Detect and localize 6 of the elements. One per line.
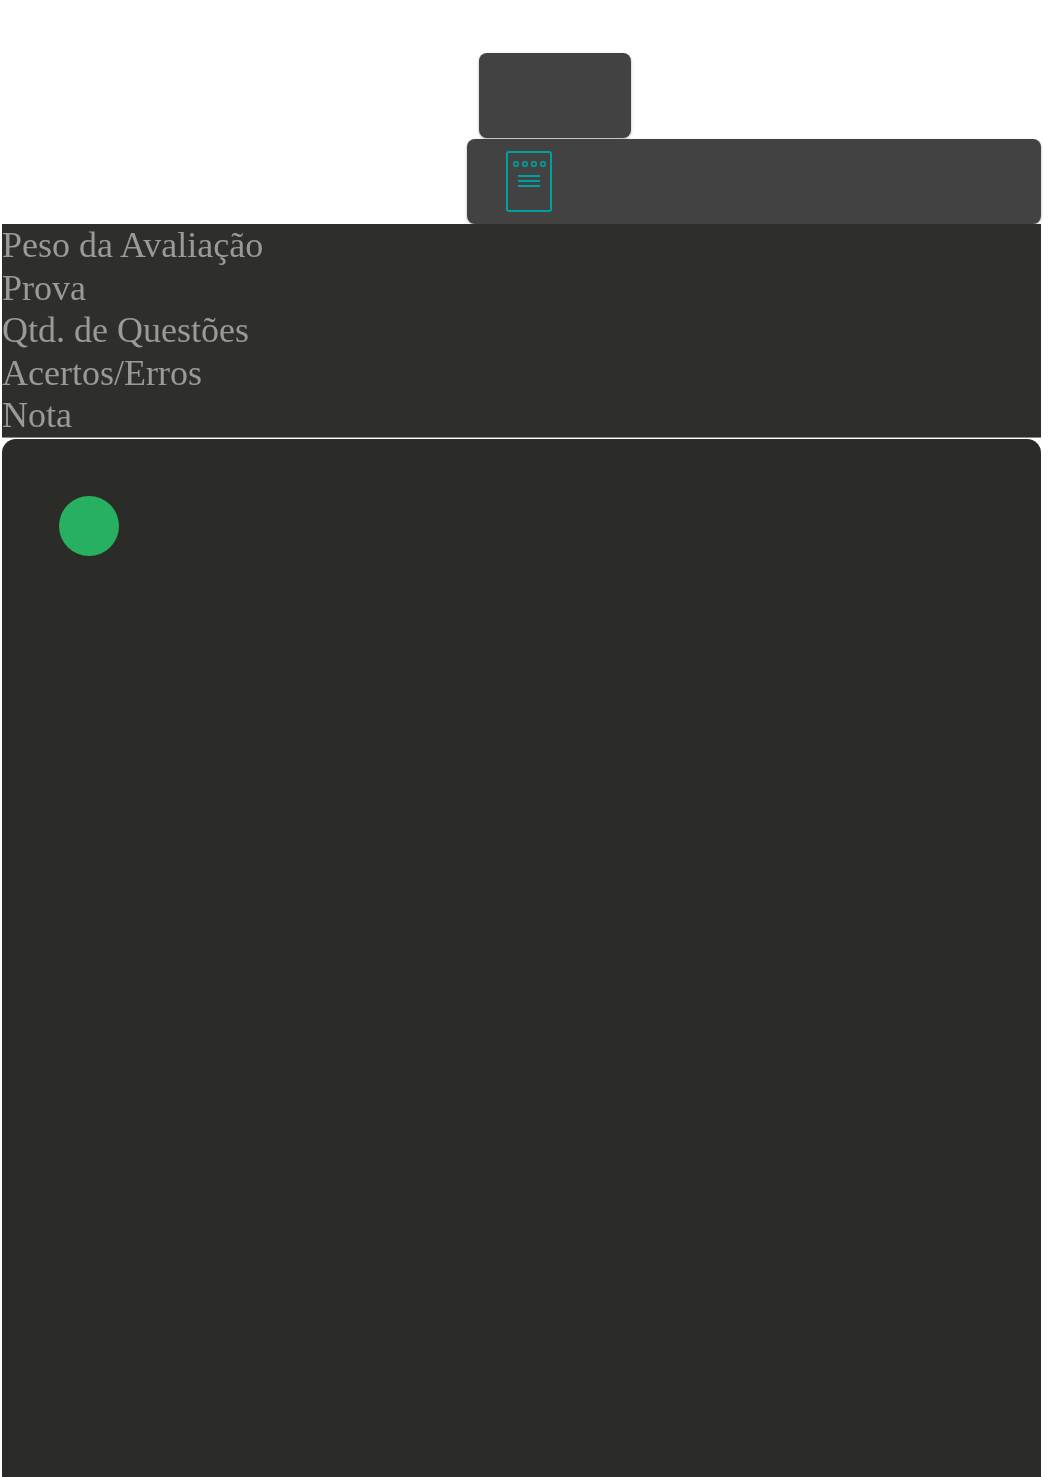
column-header: Nota: [2, 394, 73, 437]
column-header: Peso da Avaliação: [2, 224, 265, 267]
column-header: Prova: [2, 266, 87, 310]
notepad-icon[interactable]: [506, 151, 552, 212]
column-header: Acertos/Erros: [2, 351, 203, 395]
column-header: Qtd. de Questões: [2, 309, 250, 352]
